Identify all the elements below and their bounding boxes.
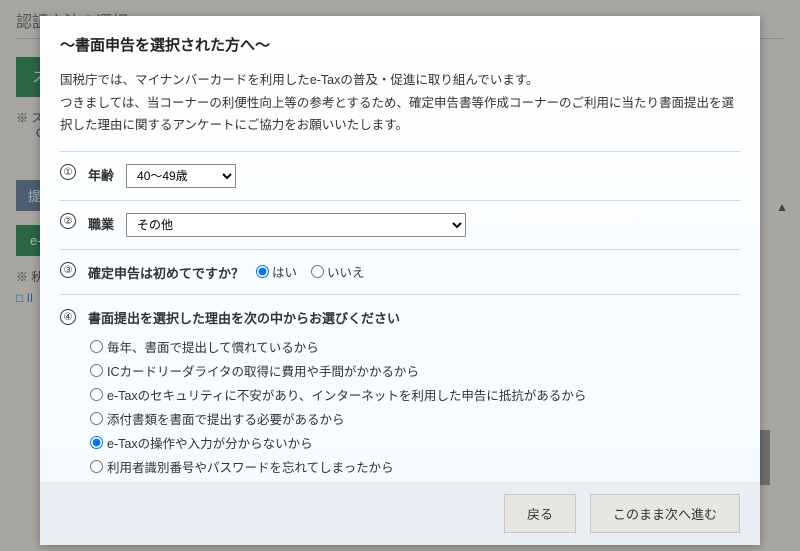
q1-label: 年齢 <box>88 164 114 184</box>
modal-footer: 戻る このまま次へ進む <box>40 482 760 545</box>
q4-radio[interactable] <box>90 340 103 353</box>
radio-yes-label: はい <box>272 262 297 281</box>
q4-option[interactable]: 毎年、書面で提出して慣れているから <box>90 337 740 356</box>
radio-yes[interactable] <box>256 265 269 278</box>
age-select[interactable]: 40〜49歳 <box>126 164 236 188</box>
modal-body: 〜書面申告を選択された方へ〜 国税庁では、マイナンバーカードを利用したe-Tax… <box>40 16 760 482</box>
question-job-row: ② 職業 その他 <box>60 200 740 249</box>
q4-option[interactable]: 利用者識別番号やパスワードを忘れてしまったから <box>90 457 740 476</box>
q4-option-label: e-Taxの操作や入力が分からないから <box>107 433 313 452</box>
modal-title: 〜書面申告を選択された方へ〜 <box>60 34 740 55</box>
q1-number: ① <box>60 164 76 180</box>
q4-option[interactable]: e-Taxのセキュリティに不安があり、インターネットを利用した申告に抵抗があるか… <box>90 385 740 404</box>
radio-no-label: いいえ <box>327 262 365 281</box>
q4-option-label: 利用者識別番号やパスワードを忘れてしまったから <box>107 457 394 476</box>
q4-radio[interactable] <box>90 436 103 449</box>
question-reason-row: ④ 書面提出を選択した理由を次の中からお選びください 毎年、書面で提出して慣れて… <box>60 294 740 483</box>
q2-number: ② <box>60 213 76 229</box>
radio-no-wrapper[interactable]: いいえ <box>311 262 365 281</box>
back-button[interactable]: 戻る <box>504 494 576 533</box>
q3-number: ③ <box>60 262 76 278</box>
q4-option-label: 添付書類を書面で提出する必要があるから <box>107 409 345 428</box>
q4-label: 書面提出を選択した理由を次の中からお選びください <box>88 307 400 327</box>
survey-modal: 〜書面申告を選択された方へ〜 国税庁では、マイナンバーカードを利用したe-Tax… <box>40 16 760 545</box>
q3-label: 確定申告は初めてですか？ <box>88 262 244 282</box>
q4-option[interactable]: 添付書類を書面で提出する必要があるから <box>90 409 740 428</box>
radio-yes-wrapper[interactable]: はい <box>256 262 297 281</box>
q4-radio[interactable] <box>90 412 103 425</box>
q4-number: ④ <box>60 309 76 325</box>
question-firsttime-row: ③ 確定申告は初めてですか？ はい いいえ <box>60 249 740 294</box>
modal-intro: 国税庁では、マイナンバーカードを利用したe-Taxの普及・促進に取り組んでいます… <box>60 69 740 137</box>
intro-line-1: 国税庁では、マイナンバーカードを利用したe-Taxの普及・促進に取り組んでいます… <box>60 69 740 92</box>
q4-option[interactable]: ICカードリーダライタの取得に費用や手間がかかるから <box>90 361 740 380</box>
question-age-row: ① 年齢 40〜49歳 <box>60 151 740 200</box>
intro-line-2: つきましては、当コーナーの利便性向上等の参考とするため、確定申告書等作成コーナー… <box>60 92 740 137</box>
job-select[interactable]: その他 <box>126 213 466 237</box>
q4-option-label: 毎年、書面で提出して慣れているから <box>107 337 319 356</box>
q4-radio[interactable] <box>90 460 103 473</box>
q4-option-label: e-Taxのセキュリティに不安があり、インターネットを利用した申告に抵抗があるか… <box>107 385 586 404</box>
next-button[interactable]: このまま次へ進む <box>590 494 740 533</box>
radio-no[interactable] <box>311 265 324 278</box>
q4-radio[interactable] <box>90 364 103 377</box>
q2-label: 職業 <box>88 213 114 233</box>
q4-options-list: 毎年、書面で提出して慣れているから ICカードリーダライタの取得に費用や手間がかか… <box>60 337 740 483</box>
q4-radio[interactable] <box>90 388 103 401</box>
q4-option[interactable]: e-Taxの操作や入力が分からないから <box>90 433 740 452</box>
q4-option-label: ICカードリーダライタの取得に費用や手間がかかるから <box>107 361 419 380</box>
